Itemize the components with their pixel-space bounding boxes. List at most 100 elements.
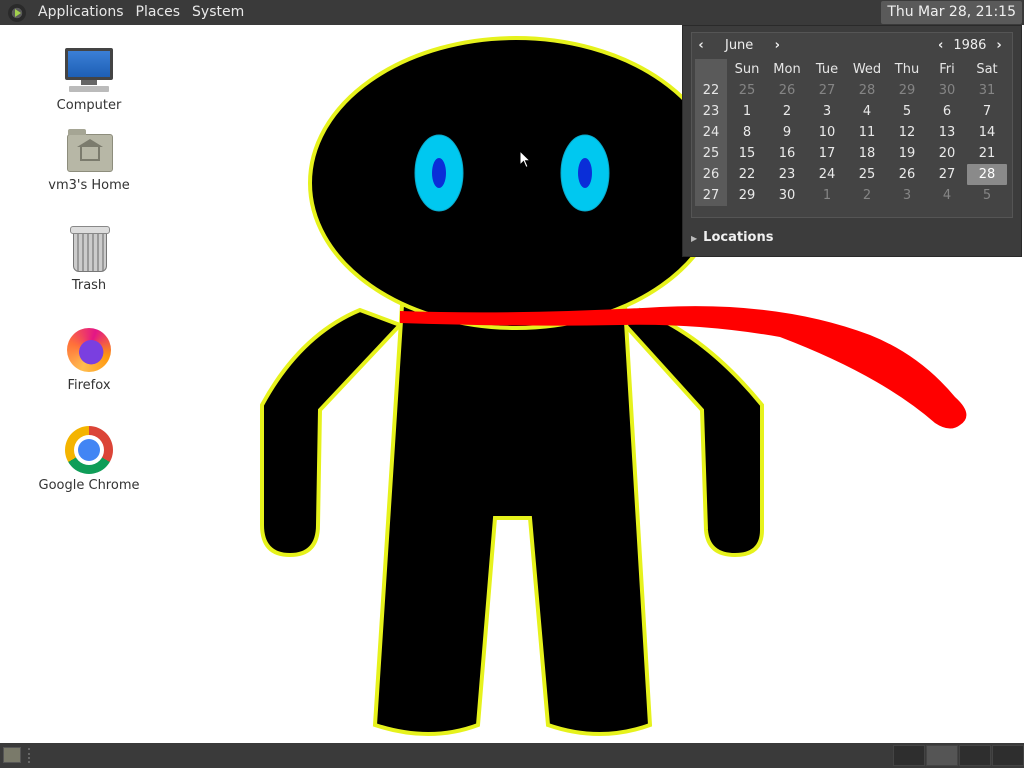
calendar-day[interactable]: 5 xyxy=(887,101,927,122)
calendar-popup: ‹ June › ‹ 1986 › Sun Mon Tue Wed Thu Fri Sat 2… xyxy=(682,25,1022,257)
panel-handle xyxy=(28,748,33,763)
calendar-day[interactable]: 17 xyxy=(807,143,847,164)
calendar-day[interactable]: 19 xyxy=(887,143,927,164)
calendar-day[interactable]: 30 xyxy=(927,80,967,101)
calendar-day[interactable]: 4 xyxy=(927,185,967,206)
desktop-icon-label: Google Chrome xyxy=(38,478,140,493)
calendar-day[interactable]: 29 xyxy=(727,185,767,206)
weekday-label: Mon xyxy=(773,62,801,77)
workspace-3[interactable] xyxy=(959,745,991,766)
calendar-day[interactable]: 22 xyxy=(727,164,767,185)
calendar-day[interactable]: 3 xyxy=(807,101,847,122)
prev-year-button[interactable]: ‹ xyxy=(934,38,948,53)
calendar-week-row: 24 8 9 10 11 12 13 14 xyxy=(695,122,1007,143)
desktop-icon-home[interactable]: vm3's Home xyxy=(34,126,144,193)
calendar-week-row: 27 29 30 1 2 3 4 5 xyxy=(695,185,1007,206)
desktop-icon-firefox[interactable]: Firefox xyxy=(34,326,144,393)
calendar-week-row: 23 1 2 3 4 5 6 7 xyxy=(695,101,1007,122)
calendar-day[interactable]: 6 xyxy=(927,101,967,122)
calendar-day[interactable]: 7 xyxy=(967,101,1007,122)
calendar-day[interactable]: 29 xyxy=(887,80,927,101)
next-month-button[interactable]: › xyxy=(770,38,784,53)
calendar-day[interactable]: 26 xyxy=(767,80,807,101)
locations-expander[interactable]: ▶ Locations xyxy=(691,230,773,245)
calendar-day[interactable]: 21 xyxy=(967,143,1007,164)
top-panel: Applications Places System Thu Mar 28, 2… xyxy=(0,0,1024,25)
menu-places[interactable]: Places xyxy=(130,0,187,25)
desktop-icon-computer[interactable]: Computer xyxy=(34,46,144,113)
calendar-day[interactable]: 20 xyxy=(927,143,967,164)
desktop-icon-trash[interactable]: Trash xyxy=(34,226,144,293)
workspace-4[interactable] xyxy=(992,745,1024,766)
calendar-day[interactable]: 9 xyxy=(767,122,807,143)
calendar-day[interactable]: 2 xyxy=(847,185,887,206)
year-navigator: ‹ 1986 › xyxy=(934,38,1006,53)
calendar-day[interactable]: 12 xyxy=(887,122,927,143)
workspace-2[interactable] xyxy=(926,745,958,766)
calendar-day[interactable]: 27 xyxy=(807,80,847,101)
week-number-corner xyxy=(695,59,727,80)
weekday-label: Tue xyxy=(815,62,839,77)
chrome-icon xyxy=(65,426,113,474)
calendar-day[interactable]: 28 xyxy=(967,164,1007,185)
calendar-day[interactable]: 4 xyxy=(847,101,887,122)
week-number: 22 xyxy=(695,80,727,101)
calendar-day[interactable]: 14 xyxy=(967,122,1007,143)
menu-applications[interactable]: Applications xyxy=(32,0,130,25)
calendar-day[interactable]: 25 xyxy=(847,164,887,185)
calendar-week-row: 22 25 26 27 28 29 30 31 xyxy=(695,80,1007,101)
show-desktop-icon[interactable] xyxy=(3,747,21,763)
week-number: 24 xyxy=(695,122,727,143)
computer-icon xyxy=(65,46,113,94)
home-folder-icon xyxy=(65,126,113,174)
calendar-day[interactable]: 15 xyxy=(727,143,767,164)
calendar-day[interactable]: 31 xyxy=(967,80,1007,101)
calendar-week-row: 26 22 23 24 25 26 27 28 xyxy=(695,164,1007,185)
year-label: 1986 xyxy=(953,38,987,53)
desktop-icon-label: Firefox xyxy=(67,378,111,393)
calendar-day[interactable]: 16 xyxy=(767,143,807,164)
week-number: 23 xyxy=(695,101,727,122)
month-label: June xyxy=(724,38,754,53)
calendar-widget: ‹ June › ‹ 1986 › Sun Mon Tue Wed Thu Fri Sat 2… xyxy=(691,32,1013,218)
week-number: 27 xyxy=(695,185,727,206)
weekday-label: Sun xyxy=(734,62,760,77)
prev-month-button[interactable]: ‹ xyxy=(694,38,708,53)
expander-triangle-icon: ▶ xyxy=(691,234,698,243)
calendar-day[interactable]: 2 xyxy=(767,101,807,122)
calendar-grid: Sun Mon Tue Wed Thu Fri Sat 22 25 26 27 28 29 30 31 23 1… xyxy=(695,59,1007,206)
calendar-day[interactable]: 5 xyxy=(967,185,1007,206)
next-year-button[interactable]: › xyxy=(992,38,1006,53)
weekday-label: Wed xyxy=(852,62,882,77)
menu-system[interactable]: System xyxy=(186,0,250,25)
calendar-week-row: 25 15 16 17 18 19 20 21 xyxy=(695,143,1007,164)
calendar-day[interactable]: 1 xyxy=(727,101,767,122)
calendar-day[interactable]: 13 xyxy=(927,122,967,143)
calendar-day[interactable]: 26 xyxy=(887,164,927,185)
calendar-day[interactable]: 30 xyxy=(767,185,807,206)
desktop-icon-label: Computer xyxy=(56,98,122,113)
weekday-label: Thu xyxy=(894,62,920,77)
calendar-day[interactable]: 24 xyxy=(807,164,847,185)
calendar-day[interactable]: 1 xyxy=(807,185,847,206)
calendar-day[interactable]: 11 xyxy=(847,122,887,143)
desktop-icon-label: Trash xyxy=(71,278,107,293)
calendar-day[interactable]: 23 xyxy=(767,164,807,185)
locations-label: Locations xyxy=(703,230,774,245)
week-number: 25 xyxy=(695,143,727,164)
mouse-pointer-icon xyxy=(519,150,531,169)
weekday-label: Fri xyxy=(939,62,955,77)
calendar-day[interactable]: 27 xyxy=(927,164,967,185)
calendar-day[interactable]: 10 xyxy=(807,122,847,143)
calendar-day[interactable]: 25 xyxy=(727,80,767,101)
calendar-day[interactable]: 8 xyxy=(727,122,767,143)
weekday-header-row: Sun Mon Tue Wed Thu Fri Sat xyxy=(695,59,1007,80)
desktop-icon-chrome[interactable]: Google Chrome xyxy=(34,426,144,493)
clock-applet[interactable]: Thu Mar 28, 21:15 xyxy=(881,1,1022,24)
distro-logo-icon[interactable] xyxy=(8,3,26,22)
calendar-day[interactable]: 3 xyxy=(887,185,927,206)
trash-icon xyxy=(65,226,113,274)
calendar-day[interactable]: 18 xyxy=(847,143,887,164)
workspace-1[interactable] xyxy=(893,745,925,766)
calendar-day[interactable]: 28 xyxy=(847,80,887,101)
